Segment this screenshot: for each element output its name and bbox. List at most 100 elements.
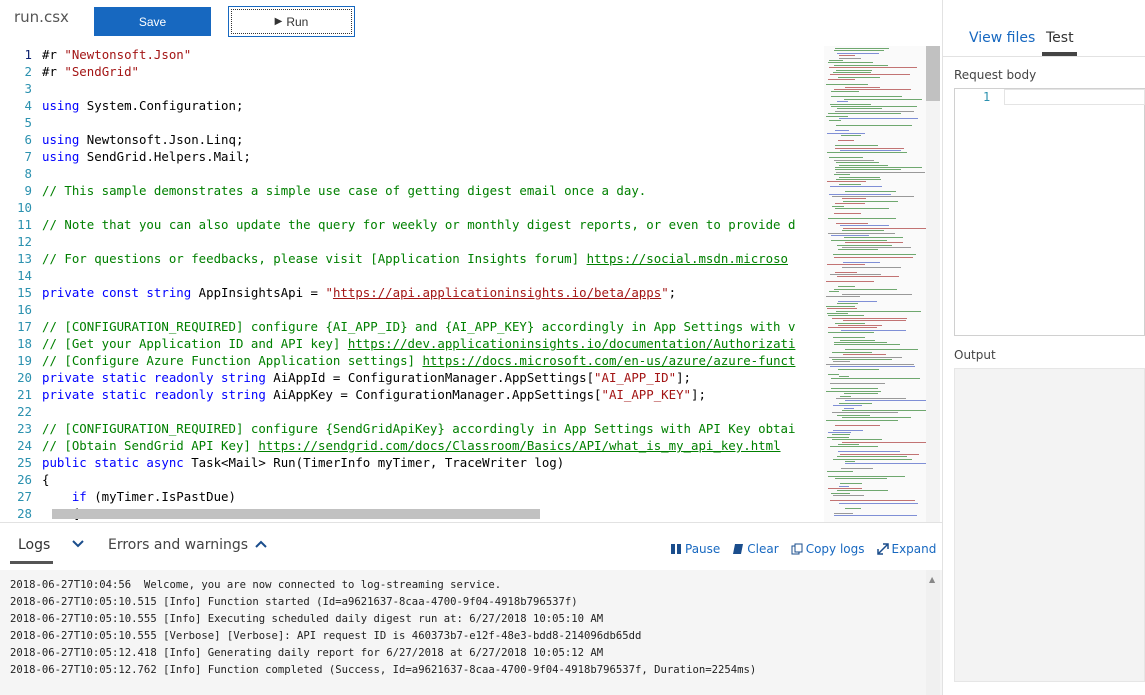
code-area[interactable]: 1 #r "Newtonsoft.Json" 2 #r "SendGrid" 3 4 usi… [0,46,824,522]
minimap-line [842,266,901,268]
code-editor[interactable]: 1 #r "Newtonsoft.Json" 2 #r "SendGrid" 3 4 usi… [0,46,942,522]
code-link[interactable]: https://sendgrid.com/docs/Classroom/Basi… [258,438,780,453]
code-text[interactable]: // [CONFIGURATION_REQUIRED] configure {A… [42,318,795,335]
code-text[interactable]: // [Get your Application ID and API key]… [42,335,795,352]
run-button[interactable]: ▶ Run [228,6,355,37]
code-text[interactable]: #r "Newtonsoft.Json" [42,46,191,63]
code-line[interactable]: 17 // [CONFIGURATION_REQUIRED] configure … [0,318,824,335]
code-line[interactable]: 14 [0,267,824,284]
code-line[interactable]: 12 [0,233,824,250]
minimap-line [834,89,911,90]
code-line[interactable]: 23 // [CONFIGURATION_REQUIRED] configure … [0,420,824,437]
minimap-line [840,483,862,485]
minimap-line [837,456,907,458]
expand-button[interactable]: Expand [876,542,937,556]
save-button[interactable]: Save [94,7,211,36]
minimap-line [843,354,886,356]
minimap-line [827,470,853,472]
code-line[interactable]: 10 [0,199,824,216]
tab-view-files[interactable]: View files [969,30,1035,46]
code-token: private const string [42,285,192,300]
minimap-line [844,98,922,100]
code-line[interactable]: 13 // For questions or feedbacks, please … [0,250,824,267]
code-line[interactable]: 8 [0,165,824,182]
code-text[interactable]: private static readonly string AiAppId =… [42,369,691,386]
code-line[interactable]: 4 using System.Configuration; [0,97,824,114]
log-stream[interactable]: 2018-06-27T10:04:56 Welcome, you are now… [0,570,942,695]
code-text[interactable]: #r "SendGrid" [42,63,139,80]
log-scrollbar[interactable] [926,570,940,695]
request-body-current-line[interactable] [1004,89,1145,105]
tab-test[interactable]: Test [1046,30,1074,46]
code-line[interactable]: 11 // Note that you can also update the q… [0,216,824,233]
code-text[interactable]: if (myTimer.IsPastDue) [42,488,236,505]
code-text[interactable]: public static async Task<Mail> Run(Timer… [42,454,564,471]
minimap-line [838,325,882,326]
code-line[interactable]: 18 // [Get your Application ID and API ke… [0,335,824,352]
code-link[interactable]: https://api.applicationinsights.io/beta/… [333,285,661,300]
code-link[interactable]: https://docs.microsoft.com/en-us/azure/a… [422,353,795,368]
minimap-line [834,159,874,161]
code-token: " [325,285,333,300]
minimap-line [827,181,866,183]
code-link[interactable]: https://social.msdn.microso [587,251,788,266]
minimap-line [839,55,855,57]
code-line[interactable]: 5 [0,114,824,131]
code-text[interactable]: { [42,471,49,488]
tab-logs[interactable]: Logs [18,537,50,553]
code-line[interactable]: 21 private static readonly string AiAppKe… [0,386,824,403]
code-text[interactable]: private static readonly string AiAppKey … [42,386,706,403]
code-line[interactable]: 7 using SendGrid.Helpers.Mail; [0,148,824,165]
code-text[interactable]: // [Obtain SendGrid API Key] https://sen… [42,437,781,454]
code-line[interactable]: 19 // [Configure Azure Function Applicati… [0,352,824,369]
clear-button[interactable]: Clear [732,542,779,556]
minimap-line [826,305,855,307]
editor-vertical-scroll-thumb[interactable] [926,46,940,101]
code-minimap[interactable] [824,46,926,522]
editor-horizontal-scroll-thumb[interactable] [52,509,540,519]
chevron-up-icon[interactable] [253,536,269,552]
code-text[interactable]: // Note that you can also update the que… [42,216,795,233]
code-line[interactable]: 20 private static readonly string AiAppId… [0,369,824,386]
code-text[interactable]: // [CONFIGURATION_REQUIRED] configure {S… [42,420,795,437]
line-number: 5 [24,115,32,130]
code-line[interactable]: 9 // This sample demonstrates a simple us… [0,182,824,199]
minimap-line [842,417,911,419]
code-line[interactable]: 27 if (myTimer.IsPastDue) [0,488,824,505]
code-text[interactable]: using SendGrid.Helpers.Mail; [42,148,251,165]
minimap-line [839,118,918,119]
minimap-line [837,276,899,278]
copy-logs-button[interactable]: Copy logs [791,542,865,556]
code-line[interactable]: 24 // [Obtain SendGrid API Key] https://s… [0,437,824,454]
code-line[interactable]: 26 { [0,471,824,488]
editor-vertical-scrollbar[interactable] [926,46,940,522]
code-text[interactable]: // [Configure Azure Function Application… [42,352,795,369]
minimap-line [845,242,903,244]
expand-label: Expand [891,542,937,556]
request-body-editor[interactable] [954,88,1145,336]
tab-errors-and-warnings[interactable]: Errors and warnings [108,537,248,553]
code-text[interactable]: using Newtonsoft.Json.Linq; [42,131,243,148]
line-number: 22 [17,404,32,419]
minimap-line [836,223,868,224]
scroll-up-arrow-icon[interactable]: ▲ [929,575,935,584]
code-line[interactable]: 1 #r "Newtonsoft.Json" [0,46,824,63]
code-line[interactable]: 3 [0,80,824,97]
minimap-line [833,405,862,407]
code-line[interactable]: 15 private const string AppInsightsApi = … [0,284,824,301]
code-line[interactable]: 22 [0,403,824,420]
minimap-line [835,169,901,171]
minimap-line [836,310,921,312]
code-line[interactable]: 2 #r "SendGrid" [0,63,824,80]
code-text[interactable]: // This sample demonstrates a simple use… [42,182,646,199]
code-text[interactable]: // For questions or feedbacks, please vi… [42,250,788,267]
logs-toolbar: Logs Errors and warnings Pause Clear Cop… [0,522,942,570]
code-text[interactable]: private const string AppInsightsApi = "h… [42,284,676,301]
code-link[interactable]: https://dev.applicationinsights.io/docum… [348,336,796,351]
code-line[interactable]: 16 [0,301,824,318]
code-line[interactable]: 25 public static async Task<Mail> Run(Tim… [0,454,824,471]
pause-button[interactable]: Pause [670,542,720,556]
code-line[interactable]: 6 using Newtonsoft.Json.Linq; [0,131,824,148]
chevron-down-icon[interactable] [70,536,86,552]
code-text[interactable]: using System.Configuration; [42,97,243,114]
